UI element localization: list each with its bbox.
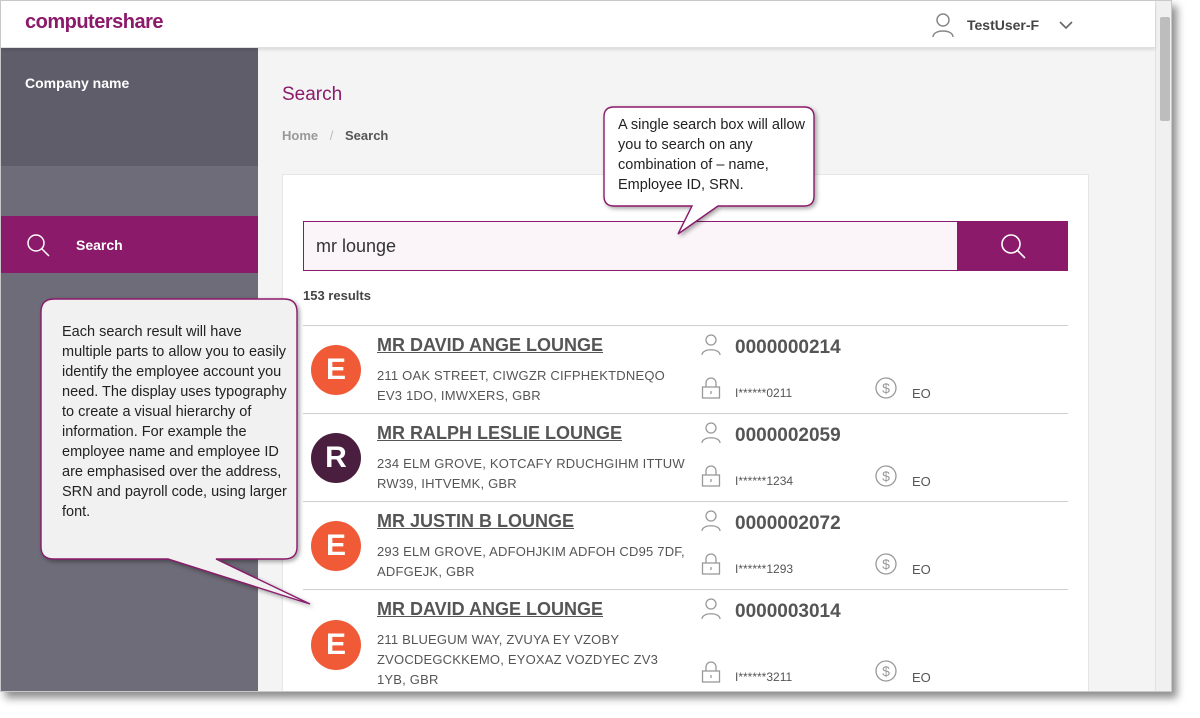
svg-text:$: $ [882, 556, 890, 572]
person-icon [701, 598, 721, 620]
srn-value: I******1234 [735, 474, 794, 488]
srn-value: I******3211 [735, 670, 793, 684]
computershare-logo[interactable]: computershare [25, 11, 164, 34]
dollar-icon: $ [875, 377, 897, 399]
employee-name-link[interactable]: MR DAVID ANGE LOUNGE [377, 599, 603, 620]
user-menu[interactable]: TestUser-F [931, 11, 1073, 39]
user-name: TestUser-F [967, 17, 1040, 33]
callout-text: Each search result will have multiple pa… [62, 324, 287, 520]
dollar-icon: $ [875, 553, 897, 575]
search-card: 153 results E MR DAVID ANGE LOUNGE 211 O… [282, 174, 1089, 691]
company-name: Company name [25, 75, 130, 91]
employee-id: 0000003014 [735, 601, 841, 622]
callout-results: Each search result will have multiple pa… [38, 296, 318, 608]
employee-address: 234 ELM GROVE, KOTCAFY RDUCHGIHM ITTUW R… [377, 456, 685, 491]
callout-text: A single search box will allow you to se… [618, 117, 805, 193]
employee-id: 0000002072 [735, 513, 841, 534]
breadcrumb-home[interactable]: Home [282, 128, 318, 143]
top-bar: computershare TestUser-F [1, 1, 1155, 48]
payroll-code: EO [912, 474, 931, 489]
lock-icon [701, 465, 721, 487]
avatar: E [311, 521, 361, 571]
vertical-scrollbar[interactable] [1155, 1, 1171, 691]
sidebar-item-label: Search [76, 236, 123, 253]
employee-id: 0000002059 [735, 425, 841, 446]
employee-name-link[interactable]: MR DAVID ANGE LOUNGE [377, 335, 603, 356]
srn-value: I******1293 [735, 562, 794, 576]
payroll-code: EO [912, 386, 931, 401]
person-icon [701, 422, 721, 444]
person-icon [701, 334, 721, 356]
payroll-code: EO [912, 562, 931, 577]
payroll-code: EO [912, 670, 931, 685]
result-row[interactable]: E MR JUSTIN B LOUNGE 293 ELM GROVE, ADFO… [303, 501, 1068, 589]
employee-address: 211 OAK STREET, CIWGZR CIFPHEKTDNEQO EV3… [377, 368, 665, 403]
sidebar-item-search[interactable]: Search [1, 216, 258, 273]
results-list: E MR DAVID ANGE LOUNGE 211 OAK STREET, C… [303, 325, 1068, 691]
employee-name-link[interactable]: MR JUSTIN B LOUNGE [377, 511, 574, 532]
breadcrumb-current: Search [345, 128, 389, 143]
srn-value: I******0211 [735, 386, 793, 400]
avatar: E [311, 620, 361, 670]
avatar: R [311, 433, 361, 483]
page-title: Search [282, 84, 343, 105]
employee-address: 293 ELM GROVE, ADFOHJKIM ADFOH CD95 7DF,… [377, 544, 685, 579]
scrollbar-thumb[interactable] [1160, 17, 1170, 121]
employee-id: 0000000214 [735, 337, 841, 358]
result-row[interactable]: E MR DAVID ANGE LOUNGE 211 BLUEGUM WAY, … [303, 589, 1068, 691]
callout-search-box: A single search box will allow you to se… [600, 104, 820, 236]
svg-text:$: $ [882, 468, 890, 484]
lock-icon [701, 661, 721, 683]
svg-text:$: $ [882, 663, 890, 679]
lock-icon [701, 377, 721, 399]
person-icon [701, 510, 721, 532]
search-button[interactable] [957, 221, 1068, 271]
search-icon [27, 233, 50, 257]
chevron-down-icon[interactable] [1059, 20, 1073, 30]
user-icon [932, 13, 954, 38]
employee-name-link[interactable]: MR RALPH LESLIE LOUNGE [377, 423, 622, 444]
company-panel: Company name [1, 48, 258, 166]
lock-icon [701, 553, 721, 575]
dollar-icon: $ [875, 465, 897, 487]
svg-text:$: $ [882, 380, 890, 396]
avatar: E [311, 345, 361, 395]
dollar-icon: $ [875, 660, 897, 682]
breadcrumb: Home / Search [282, 128, 388, 143]
breadcrumb-separator: / [329, 128, 334, 143]
search-icon [1000, 234, 1026, 259]
result-row[interactable]: E MR DAVID ANGE LOUNGE 211 OAK STREET, C… [303, 325, 1068, 413]
employee-address: 211 BLUEGUM WAY, ZVUYA EY VZOBY ZVOCDEGC… [377, 632, 659, 687]
result-row[interactable]: R MR RALPH LESLIE LOUNGE 234 ELM GROVE, … [303, 413, 1068, 501]
